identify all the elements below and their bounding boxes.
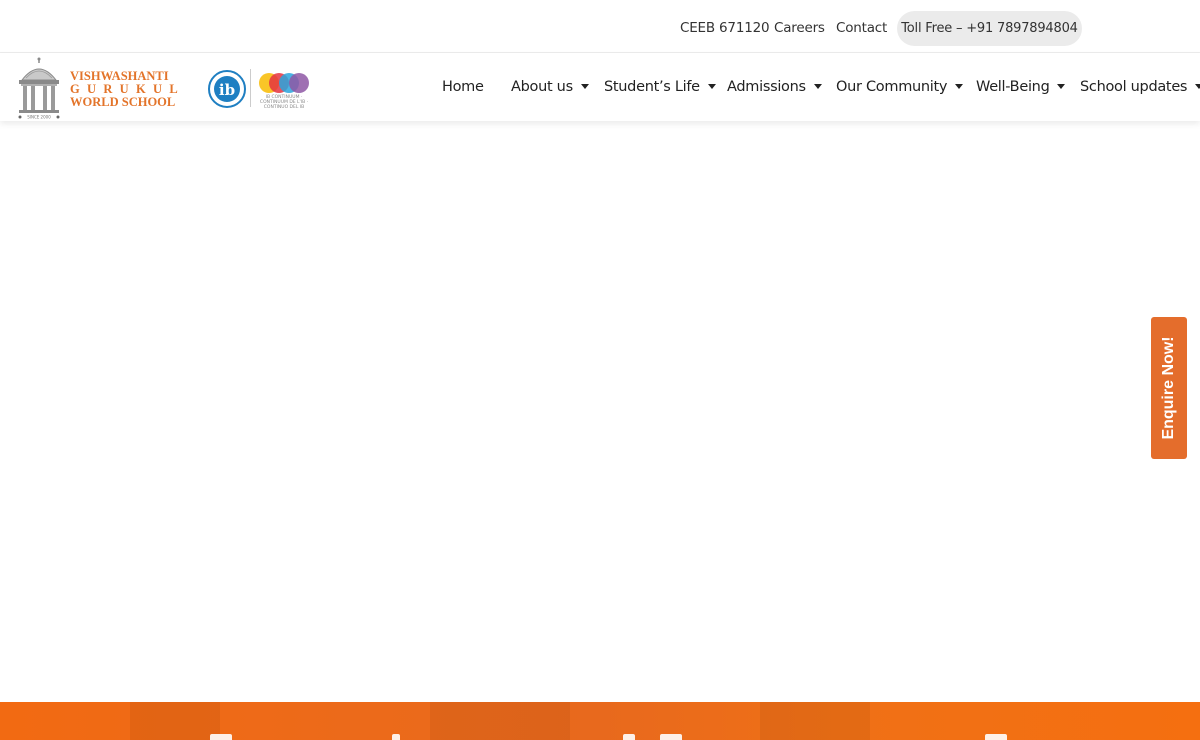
- nav-admissions[interactable]: Admissions: [727, 79, 822, 95]
- enquire-now-button[interactable]: Enquire Now!: [1151, 317, 1187, 459]
- hero-area: [0, 121, 1200, 702]
- logo-divider: [250, 69, 251, 107]
- ceeb-link[interactable]: CEEB 671120: [680, 20, 770, 36]
- enquire-now-label: Enquire Now!: [1160, 336, 1177, 440]
- contact-link[interactable]: Contact: [836, 20, 887, 36]
- nav-well-being[interactable]: Well-Being: [976, 79, 1066, 95]
- chevron-down-icon: [1195, 83, 1200, 89]
- chevron-down-icon: [955, 83, 964, 89]
- nav-well-being-label: Well-Being: [976, 79, 1050, 95]
- nav-about-us[interactable]: About us: [511, 79, 589, 95]
- nav-our-community-label: Our Community: [836, 79, 948, 95]
- logo-line-3: WORLD SCHOOL: [70, 95, 176, 109]
- nav-about-us-label: About us: [511, 79, 573, 95]
- band-heading-fragment: [392, 734, 400, 740]
- chevron-down-icon: [580, 83, 589, 89]
- ib-tagline: IB CONTINUUM · CONTINUUM DE L'IB · CONTI…: [259, 95, 309, 110]
- band-heading-fragment: [660, 734, 682, 740]
- nav-school-updates[interactable]: School updates: [1080, 79, 1200, 95]
- chevron-down-icon: [707, 83, 716, 89]
- nav-home-label: Home: [442, 79, 484, 95]
- toll-free-button[interactable]: Toll Free – +91 7897894804: [897, 11, 1082, 46]
- top-utility-bar: CEEB 671120 Careers Contact Toll Free – …: [0, 0, 1200, 53]
- ib-continuum-circles-icon: [259, 73, 309, 93]
- nav-students-life-label: Student’s Life: [604, 79, 700, 95]
- chevron-down-icon: [1057, 83, 1066, 89]
- nav-school-updates-label: School updates: [1080, 79, 1188, 95]
- nav-students-life[interactable]: Student’s Life: [604, 79, 716, 95]
- school-name: VISHWASHANTI GURUKUL WORLD SCHOOL: [70, 70, 185, 109]
- orange-banner: [0, 702, 1200, 740]
- nav-admissions-label: Admissions: [727, 79, 806, 95]
- band-texture: [130, 702, 220, 740]
- band-texture: [430, 702, 570, 740]
- school-pavilion-icon: SINCE 2000: [18, 57, 60, 120]
- main-header: SINCE 2000 VISHWASHANTI GURUKUL WORLD SC…: [0, 53, 1200, 121]
- band-heading-fragment: [985, 734, 1007, 740]
- band-texture: [760, 702, 870, 740]
- school-logo[interactable]: SINCE 2000 VISHWASHANTI GURUKUL WORLD SC…: [16, 56, 186, 120]
- careers-link[interactable]: Careers: [774, 20, 825, 36]
- band-heading-fragment: [623, 734, 635, 740]
- nav-home[interactable]: Home: [442, 79, 484, 95]
- chevron-down-icon: [813, 83, 822, 89]
- ib-continuum-logo: ib IB CONTINUUM · CONTINUUM DE L'IB · CO…: [207, 69, 311, 110]
- band-heading-fragment: [210, 734, 232, 740]
- nav-our-community[interactable]: Our Community: [836, 79, 964, 95]
- ib-icon: ib: [208, 70, 246, 108]
- svg-text:ib: ib: [219, 81, 235, 99]
- since-label: SINCE 2000: [27, 115, 51, 120]
